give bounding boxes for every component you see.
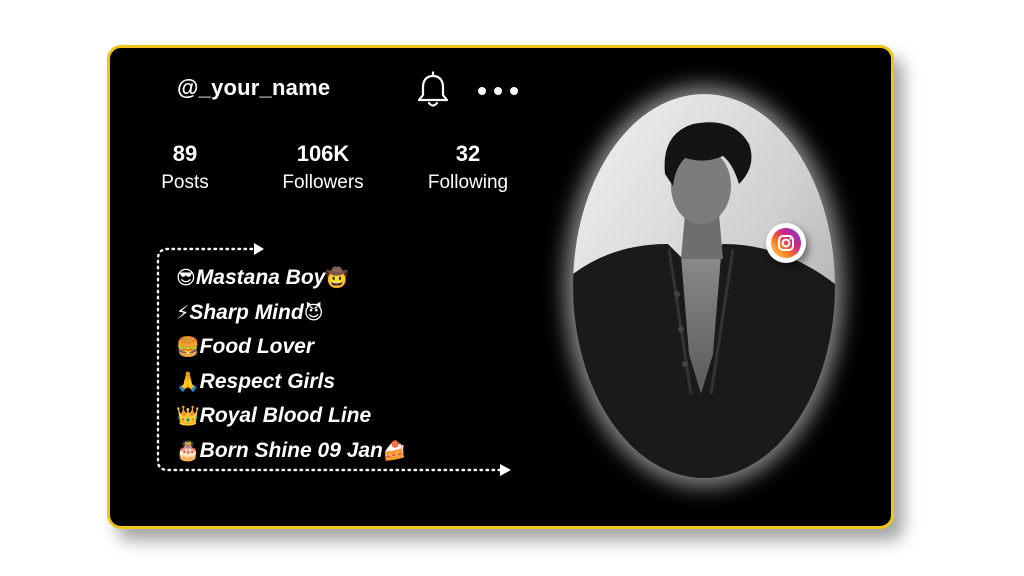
- bio-line: 😎Mastana Boy🤠: [176, 261, 407, 296]
- followers-count: 106K: [296, 141, 350, 166]
- stat-followers[interactable]: 106K Followers: [268, 140, 378, 198]
- bio-text: Royal Blood Line: [199, 404, 372, 427]
- instagram-badge[interactable]: [766, 223, 806, 263]
- emoji-icon: 🎂: [176, 439, 200, 462]
- posts-count: 89: [172, 141, 198, 166]
- bio-text: Respect Girls: [199, 369, 336, 393]
- emoji-icon: 🙏: [176, 370, 200, 393]
- username[interactable]: @_your_name: [177, 75, 330, 101]
- following-count: 32: [455, 141, 481, 166]
- emoji-icon: 🍔: [176, 336, 200, 358]
- bio-line: 👑Royal Blood Line: [176, 399, 407, 434]
- emoji-icon: 🍰: [382, 439, 407, 462]
- bio-line: ⚡Sharp Mind😈: [176, 296, 407, 331]
- bio-line: 🙏Respect Girls: [176, 365, 407, 400]
- profile-photo-image: [573, 94, 835, 478]
- stat-posts[interactable]: 89 Posts: [140, 140, 230, 198]
- bio-text: Born Shine 09 Jan: [199, 438, 383, 462]
- emoji-icon: 😎: [176, 267, 196, 289]
- bell-icon[interactable]: [416, 71, 450, 109]
- bio-line: 🍔Food Lover: [176, 330, 407, 365]
- frame-arrow-bottom: [500, 464, 511, 476]
- bio-text: Food Lover: [199, 335, 315, 358]
- more-dots-icon[interactable]: [476, 86, 520, 96]
- frame-arrow-top: [254, 243, 264, 255]
- following-label: Following: [427, 172, 509, 193]
- posts-label: Posts: [161, 172, 209, 193]
- emoji-icon: 🤠: [325, 267, 350, 289]
- emoji-icon: 👑: [176, 405, 200, 427]
- bio-text: Sharp Mind: [189, 300, 304, 324]
- profile-card: @_your_name 89 Posts 106K Followers 32 F…: [107, 45, 894, 529]
- stat-following[interactable]: 32 Following: [410, 140, 526, 198]
- bio-list: 😎Mastana Boy🤠 ⚡Sharp Mind😈 🍔Food Lover 🙏…: [176, 261, 407, 468]
- bio-text: Mastana Boy: [195, 266, 326, 289]
- instagram-icon: [771, 228, 801, 258]
- profile-photo[interactable]: [573, 94, 835, 478]
- emoji-icon: 😈: [303, 301, 324, 324]
- followers-label: Followers: [282, 172, 364, 193]
- emoji-icon: ⚡: [176, 301, 190, 324]
- bio-line: 🎂Born Shine 09 Jan🍰: [176, 434, 407, 469]
